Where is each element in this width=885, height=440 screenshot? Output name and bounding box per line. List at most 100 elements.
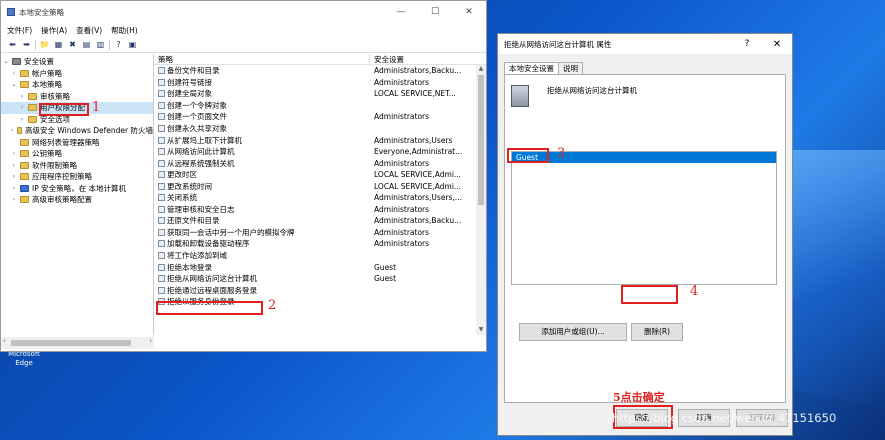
setting-cell: LOCAL SERVICE,Admi... <box>374 170 462 180</box>
table-row[interactable]: 备份文件和目录 Administrators,Backu... <box>154 65 486 77</box>
mmc-titlebar[interactable]: 本地安全策略 — ☐ ✕ <box>1 1 486 23</box>
tree-node-label: 软件限制策略 <box>32 160 77 170</box>
tree-node[interactable]: › 帐户策略 <box>1 68 153 80</box>
expand-chevron-icon[interactable]: › <box>11 160 17 172</box>
tree-node[interactable]: › 软件限制策略 <box>1 160 153 172</box>
folder-icon <box>28 104 37 112</box>
tree-node[interactable]: ⌄ 安全设置 <box>1 56 153 68</box>
table-row[interactable]: 创建一个令牌对象 <box>154 100 486 112</box>
tree-node-label: 应用程序控制策略 <box>32 172 92 181</box>
export-list-icon[interactable]: ▥ <box>95 40 106 50</box>
table-row[interactable]: 还原文件和目录 Administrators,Backu... <box>154 215 486 227</box>
table-row[interactable]: 拒绝通过远程桌面服务登录 <box>154 284 486 296</box>
minimize-button[interactable]: — <box>384 7 418 17</box>
up-folder-icon[interactable]: 📁 <box>39 40 50 50</box>
tree-node[interactable]: › 应用程序控制策略 <box>1 171 153 183</box>
menu-view[interactable]: 查看(V) <box>76 25 102 36</box>
tree-node[interactable]: › 公钥策略 <box>1 148 153 160</box>
tree-node[interactable]: › 高级安全 Windows Defender 防火墙 <box>1 125 153 137</box>
table-row[interactable]: 更改时区 LOCAL SERVICE,Admi... <box>154 169 486 181</box>
dialog-close-button[interactable]: ✕ <box>762 39 792 50</box>
tree-node[interactable]: › 审核策略 <box>1 91 153 103</box>
tree-node[interactable]: › IP 安全策略，在 本地计算机 <box>1 183 153 195</box>
expand-chevron-icon[interactable]: ⌄ <box>3 56 9 68</box>
policy-cell: 创建一个令牌对象 <box>154 100 370 111</box>
policy-name: 管理审核和安全日志 <box>167 204 235 214</box>
properties-dialog: 拒绝从网络访问这台计算机 属性 ? ✕ 本地安全设置 说明 拒绝从网络访问这台计… <box>497 33 793 436</box>
user-item-guest[interactable]: Guest <box>512 152 776 163</box>
policy-cell: 从远程系统强制关机 <box>154 158 370 169</box>
column-policy[interactable]: 策略 <box>154 54 370 64</box>
expand-chevron-icon[interactable]: › <box>11 171 17 183</box>
policy-icon <box>158 194 165 202</box>
policy-cell: 从扩展坞上取下计算机 <box>154 135 370 146</box>
edge-desktop-icon[interactable]: Microsoft Edge <box>4 350 44 368</box>
expand-chevron-icon[interactable]: › <box>11 194 17 206</box>
console-icon[interactable]: ▣ <box>127 40 138 50</box>
forward-icon[interactable]: ➡ <box>21 40 32 50</box>
expand-chevron-icon[interactable]: › <box>11 183 17 195</box>
help-icon[interactable]: ? <box>113 40 124 50</box>
list-vscrollbar[interactable]: ▲ ▼ <box>476 65 486 335</box>
folder-icon <box>12 58 21 66</box>
user-list[interactable]: Guest <box>511 151 777 285</box>
expand-chevron-icon[interactable]: ⌄ <box>11 79 17 91</box>
table-row[interactable]: 创建一个页面文件 Administrators <box>154 111 486 123</box>
maximize-button[interactable]: ☐ <box>418 7 452 17</box>
expand-chevron-icon[interactable]: › <box>11 125 14 137</box>
policy-cell: 拒绝从网络访问这台计算机 <box>154 273 370 284</box>
expand-chevron-icon[interactable]: › <box>19 91 25 103</box>
delete-icon[interactable]: ✖ <box>67 40 78 50</box>
show-tree-icon[interactable]: ▦ <box>53 40 64 50</box>
setting-cell: LOCAL SERVICE,NET... <box>374 89 456 99</box>
tree-hscrollbar[interactable]: ‹ › <box>1 337 154 349</box>
table-row[interactable]: 创建符号链接 Administrators <box>154 77 486 89</box>
table-row[interactable]: 从网络访问此计算机 Everyone,Administrat... <box>154 146 486 158</box>
table-row[interactable]: 创建全局对象 LOCAL SERVICE,NET... <box>154 88 486 100</box>
tab-content: 拒绝从网络访问这台计算机 Guest 添加用户或组(U)... 删除(R) <box>504 74 786 403</box>
back-icon[interactable]: ⬅ <box>7 40 18 50</box>
expand-chevron-icon[interactable]: › <box>11 148 17 160</box>
policy-cell: 创建符号链接 <box>154 77 370 88</box>
close-button[interactable]: ✕ <box>452 7 486 17</box>
table-row[interactable]: 获取同一会话中另一个用户的模拟令牌 Administrators <box>154 227 486 239</box>
tree-node[interactable]: 网络列表管理器策略 <box>1 137 153 149</box>
tree-node[interactable]: › 高级审核策略配置 <box>1 194 153 206</box>
properties-icon[interactable]: ▤ <box>81 40 92 50</box>
tree-node[interactable]: ⌄ 本地策略 <box>1 79 153 91</box>
table-row[interactable]: 更改系统时间 LOCAL SERVICE,Admi... <box>154 180 486 192</box>
column-setting[interactable]: 安全设置 <box>370 54 404 64</box>
menu-action[interactable]: 操作(A) <box>41 25 67 36</box>
table-row[interactable]: 从扩展坞上取下计算机 Administrators,Users <box>154 134 486 146</box>
dialog-titlebar[interactable]: 拒绝从网络访问这台计算机 属性 ? ✕ <box>498 34 792 54</box>
policy-icon <box>158 90 165 98</box>
menu-file[interactable]: 文件(F) <box>7 25 32 36</box>
tree-node-label: 公钥策略 <box>32 149 62 158</box>
table-row[interactable]: 拒绝从网络访问这台计算机 Guest <box>154 273 486 285</box>
table-row[interactable]: 管理审核和安全日志 Administrators <box>154 204 486 216</box>
policy-icon <box>158 113 165 121</box>
toolbar-separator <box>35 39 36 50</box>
table-row[interactable]: 创建永久共享对象 <box>154 123 486 135</box>
policy-icon <box>158 67 165 75</box>
table-row[interactable]: 将工作站添加到域 <box>154 250 486 262</box>
policy-cell: 创建永久共享对象 <box>154 123 370 134</box>
policy-name: 还原文件和目录 <box>167 216 220 226</box>
tree-node-label: 审核策略 <box>40 91 70 101</box>
add-user-button[interactable]: 添加用户或组(U)... <box>519 323 627 341</box>
table-row[interactable]: 关闭系统 Administrators,Users,... <box>154 192 486 204</box>
table-row[interactable]: 从远程系统强制关机 Administrators <box>154 157 486 169</box>
annotation-number-3: 3 <box>557 146 566 161</box>
remove-button[interactable]: 删除(R) <box>631 323 683 341</box>
expand-chevron-icon[interactable]: › <box>19 102 25 114</box>
dialog-help-button[interactable]: ? <box>732 39 762 49</box>
expand-chevron-icon[interactable]: › <box>19 114 25 126</box>
policy-heading: 拒绝从网络访问这台计算机 <box>547 86 637 95</box>
expand-chevron-icon[interactable]: › <box>11 68 17 80</box>
table-row[interactable]: 拒绝本地登录 Guest <box>154 261 486 273</box>
menu-help[interactable]: 帮助(H) <box>111 25 138 36</box>
policy-icon <box>158 217 165 225</box>
table-row[interactable]: 加载和卸载设备驱动程序 Administrators <box>154 238 486 250</box>
policy-icon <box>158 252 165 260</box>
tab-explain[interactable]: 说明 <box>558 62 583 74</box>
